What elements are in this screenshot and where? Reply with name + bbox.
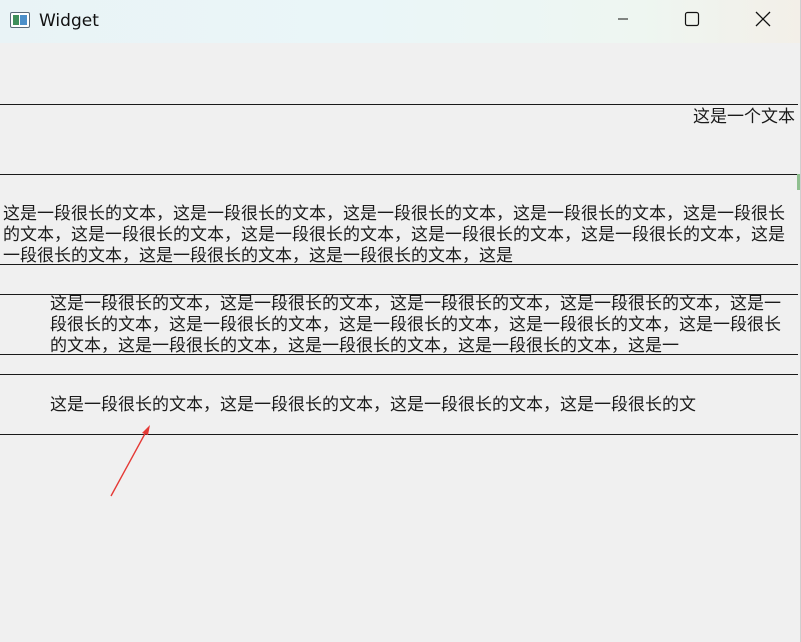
- minimize-icon: [616, 12, 630, 31]
- maximize-button[interactable]: [669, 0, 715, 43]
- label-top-border: [0, 104, 798, 105]
- indented-long-text-label: 这是一段很长的文本，这是一段很长的文本，这是一段很长的文本，这是一段很长的文本，…: [50, 294, 781, 355]
- single-line-text-label: 这是一段很长的文本，这是一段很长的文本，这是一段很长的文本，这是一段很长的文: [50, 395, 696, 414]
- label-bottom-border: [0, 354, 798, 355]
- label-top-border: [0, 374, 798, 375]
- long-text-label: 这是一段很长的文本，这是一段很长的文本，这是一段很长的文本，这是一段很长的文本，…: [3, 204, 785, 265]
- red-arrow-annotation: [110, 425, 150, 497]
- close-icon: [754, 10, 772, 33]
- title-bar[interactable]: Widget: [0, 0, 800, 43]
- label-bottom-border: [0, 264, 798, 265]
- close-button[interactable]: [740, 0, 786, 43]
- widget-window: Widget 这是一个文本 这是一段很长的文本，这是一段很长的文本，这是一段很长…: [0, 0, 801, 642]
- label-top-border: [0, 174, 798, 175]
- minimize-button[interactable]: [600, 0, 646, 43]
- maximize-icon: [684, 11, 700, 32]
- window-title: Widget: [39, 11, 99, 31]
- short-text-label: 这是一个文本: [693, 107, 795, 126]
- app-icon: [10, 12, 30, 28]
- window-edge-marker: [797, 174, 800, 190]
